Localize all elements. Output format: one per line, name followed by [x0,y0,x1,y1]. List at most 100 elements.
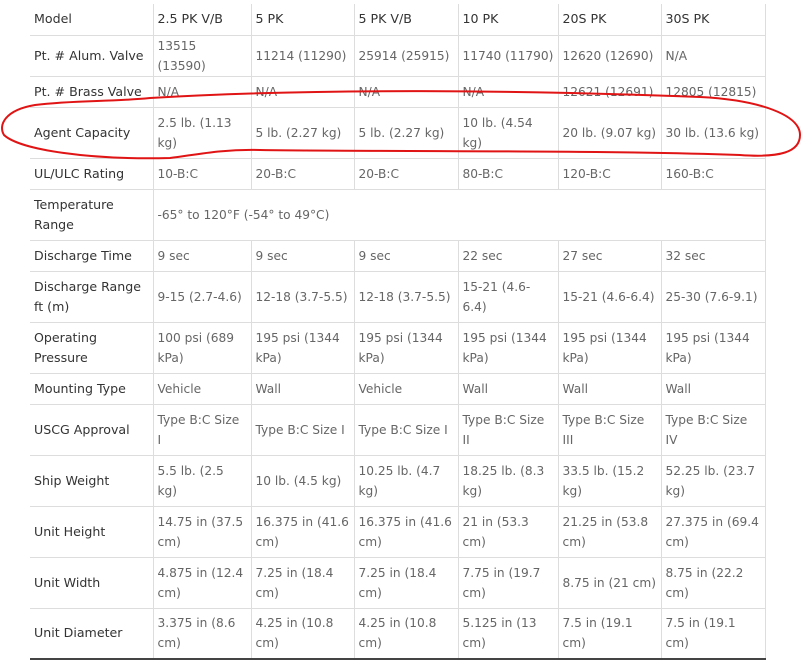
table-cell: 21 in (53.3 cm) [457,505,559,558]
table-cell: N/A [152,75,252,108]
table-cell: 9 sec [353,239,459,272]
table-cell: 100 psi (689 kPa) [152,321,252,374]
table-cell: N/A [660,34,766,77]
table-cell: 120-B:C [557,157,662,190]
table-cell: 5.5 lb. (2.5 kg) [152,454,252,507]
row-label: Unit Width [30,556,154,609]
table-cell: 160-B:C [660,157,766,190]
table-cell: 195 psi (1344 kPa) [353,321,459,374]
model-cell: 2.5 PK V/B [152,4,252,36]
table-cell: 20-B:C [353,157,459,190]
table-row: Unit Width 4.875 in (12.4 cm) 7.25 in (1… [30,556,766,609]
table-cell: 195 psi (1344 kPa) [457,321,559,374]
row-label: UL/ULC Rating [30,157,154,190]
table-cell: 30 lb. (13.6 kg) [660,106,766,159]
table-cell: 4.25 in (10.8 cm) [250,607,355,660]
table-cell: 20 lb. (9.07 kg) [557,106,662,159]
table-row: Discharge Range ft (m) 9-15 (2.7-4.6) 12… [30,270,766,323]
row-label: Ship Weight [30,454,154,507]
row-label: Temperature Range [30,188,154,241]
table-cell: 25-30 (7.6-9.1) [660,270,766,323]
table-cell: 27 sec [557,239,662,272]
table-row: USCG Approval Type B:C Size I Type B:C S… [30,403,766,456]
table-cell: 52.25 lb. (23.7 kg) [660,454,766,507]
spec-table: Model 2.5 PK V/B 5 PK 5 PK V/B 10 PK 20S… [30,4,766,660]
table-cell: 22 sec [457,239,559,272]
row-label: Unit Diameter [30,607,154,660]
model-cell: 30S PK [660,4,766,36]
table-cell: 8.75 in (22.2 cm) [660,556,766,609]
table-cell: 7.75 in (19.7 cm) [457,556,559,609]
table-cell: N/A [353,75,459,108]
table-cell: Type B:C Size I [353,403,459,456]
table-cell: 12805 (12815) [660,75,766,108]
table-cell: Wall [660,372,766,405]
table-row: Discharge Time 9 sec 9 sec 9 sec 22 sec … [30,239,766,272]
table-cell: 9 sec [250,239,355,272]
table-cell: 9-15 (2.7-4.6) [152,270,252,323]
row-label: Pt. # Brass Valve [30,75,154,108]
table-cell: 14.75 in (37.5 cm) [152,505,252,558]
row-label: Mounting Type [30,372,154,405]
table-cell: 12-18 (3.7-5.5) [250,270,355,323]
table-cell: 27.375 in (69.4 cm) [660,505,766,558]
table-cell: 5 lb. (2.27 kg) [353,106,459,159]
row-label: USCG Approval [30,403,154,456]
table-cell: 7.25 in (18.4 cm) [353,556,459,609]
table-cell: 9 sec [152,239,252,272]
table-cell: 7.25 in (18.4 cm) [250,556,355,609]
table-cell: 21.25 in (53.8 cm) [557,505,662,558]
table-cell: 4.875 in (12.4 cm) [152,556,252,609]
table-cell: 15-21 (4.6-6.4) [457,270,559,323]
model-cell: 10 PK [457,4,559,36]
table-cell: 195 psi (1344 kPa) [557,321,662,374]
table-cell: 16.375 in (41.6 cm) [250,505,355,558]
table-cell: Vehicle [152,372,252,405]
table-cell: 8.75 in (21 cm) [557,556,662,609]
table-cell: Wall [250,372,355,405]
table-cell: 4.25 in (10.8 cm) [353,607,459,660]
table-cell: 20-B:C [250,157,355,190]
table-row: Operating Pressure 100 psi (689 kPa) 195… [30,321,766,374]
table-cell: Type B:C Size III [557,403,662,456]
table-cell: 80-B:C [457,157,559,190]
table-row: Unit Height 14.75 in (37.5 cm) 16.375 in… [30,505,766,558]
table-row: Pt. # Alum. Valve 13515 (13590) 11214 (1… [30,34,766,77]
table-row-highlighted: Agent Capacity 2.5 lb. (1.13 kg) 5 lb. (… [30,106,766,159]
model-cell: 5 PK [250,4,355,36]
table-cell: 11740 (11790) [457,34,559,77]
row-label: Agent Capacity [30,106,154,159]
table-cell: 11214 (11290) [250,34,355,77]
table-cell: N/A [250,75,355,108]
table-cell: Vehicle [353,372,459,405]
table-row: Unit Diameter 3.375 in (8.6 cm) 4.25 in … [30,607,766,660]
model-cell: 5 PK V/B [353,4,459,36]
table-cell: 25914 (25915) [353,34,459,77]
table-cell: 18.25 lb. (8.3 kg) [457,454,559,507]
table-cell: Type B:C Size I [250,403,355,456]
row-label: Operating Pressure [30,321,154,374]
table-cell: 195 psi (1344 kPa) [250,321,355,374]
table-row: Mounting Type Vehicle Wall Vehicle Wall … [30,372,766,405]
table-row: Ship Weight 5.5 lb. (2.5 kg) 10 lb. (4.5… [30,454,766,507]
table-cell: 7.5 in (19.1 cm) [660,607,766,660]
table-cell: 7.5 in (19.1 cm) [557,607,662,660]
table-row: UL/ULC Rating 10-B:C 20-B:C 20-B:C 80-B:… [30,157,766,190]
table-cell: 10 lb. (4.54 kg) [457,106,559,159]
table-cell: 5 lb. (2.27 kg) [250,106,355,159]
table-cell: 12620 (12690) [557,34,662,77]
table-cell: 10.25 lb. (4.7 kg) [353,454,459,507]
table-cell: 3.375 in (8.6 cm) [152,607,252,660]
row-label: Unit Height [30,505,154,558]
table-cell: 33.5 lb. (15.2 kg) [557,454,662,507]
table-cell: Type B:C Size I [152,403,252,456]
table-cell: 10-B:C [152,157,252,190]
table-row: Pt. # Brass Valve N/A N/A N/A N/A 12621 … [30,75,766,108]
table-cell: 12621 (12691) [557,75,662,108]
table-row: Temperature Range -65° to 120°F (-54° to… [30,188,766,241]
row-label: Pt. # Alum. Valve [30,34,154,77]
table-cell: 195 psi (1344 kPa) [660,321,766,374]
table-cell: 10 lb. (4.5 kg) [250,454,355,507]
model-cell: 20S PK [557,4,662,36]
table-cell: Type B:C Size II [457,403,559,456]
